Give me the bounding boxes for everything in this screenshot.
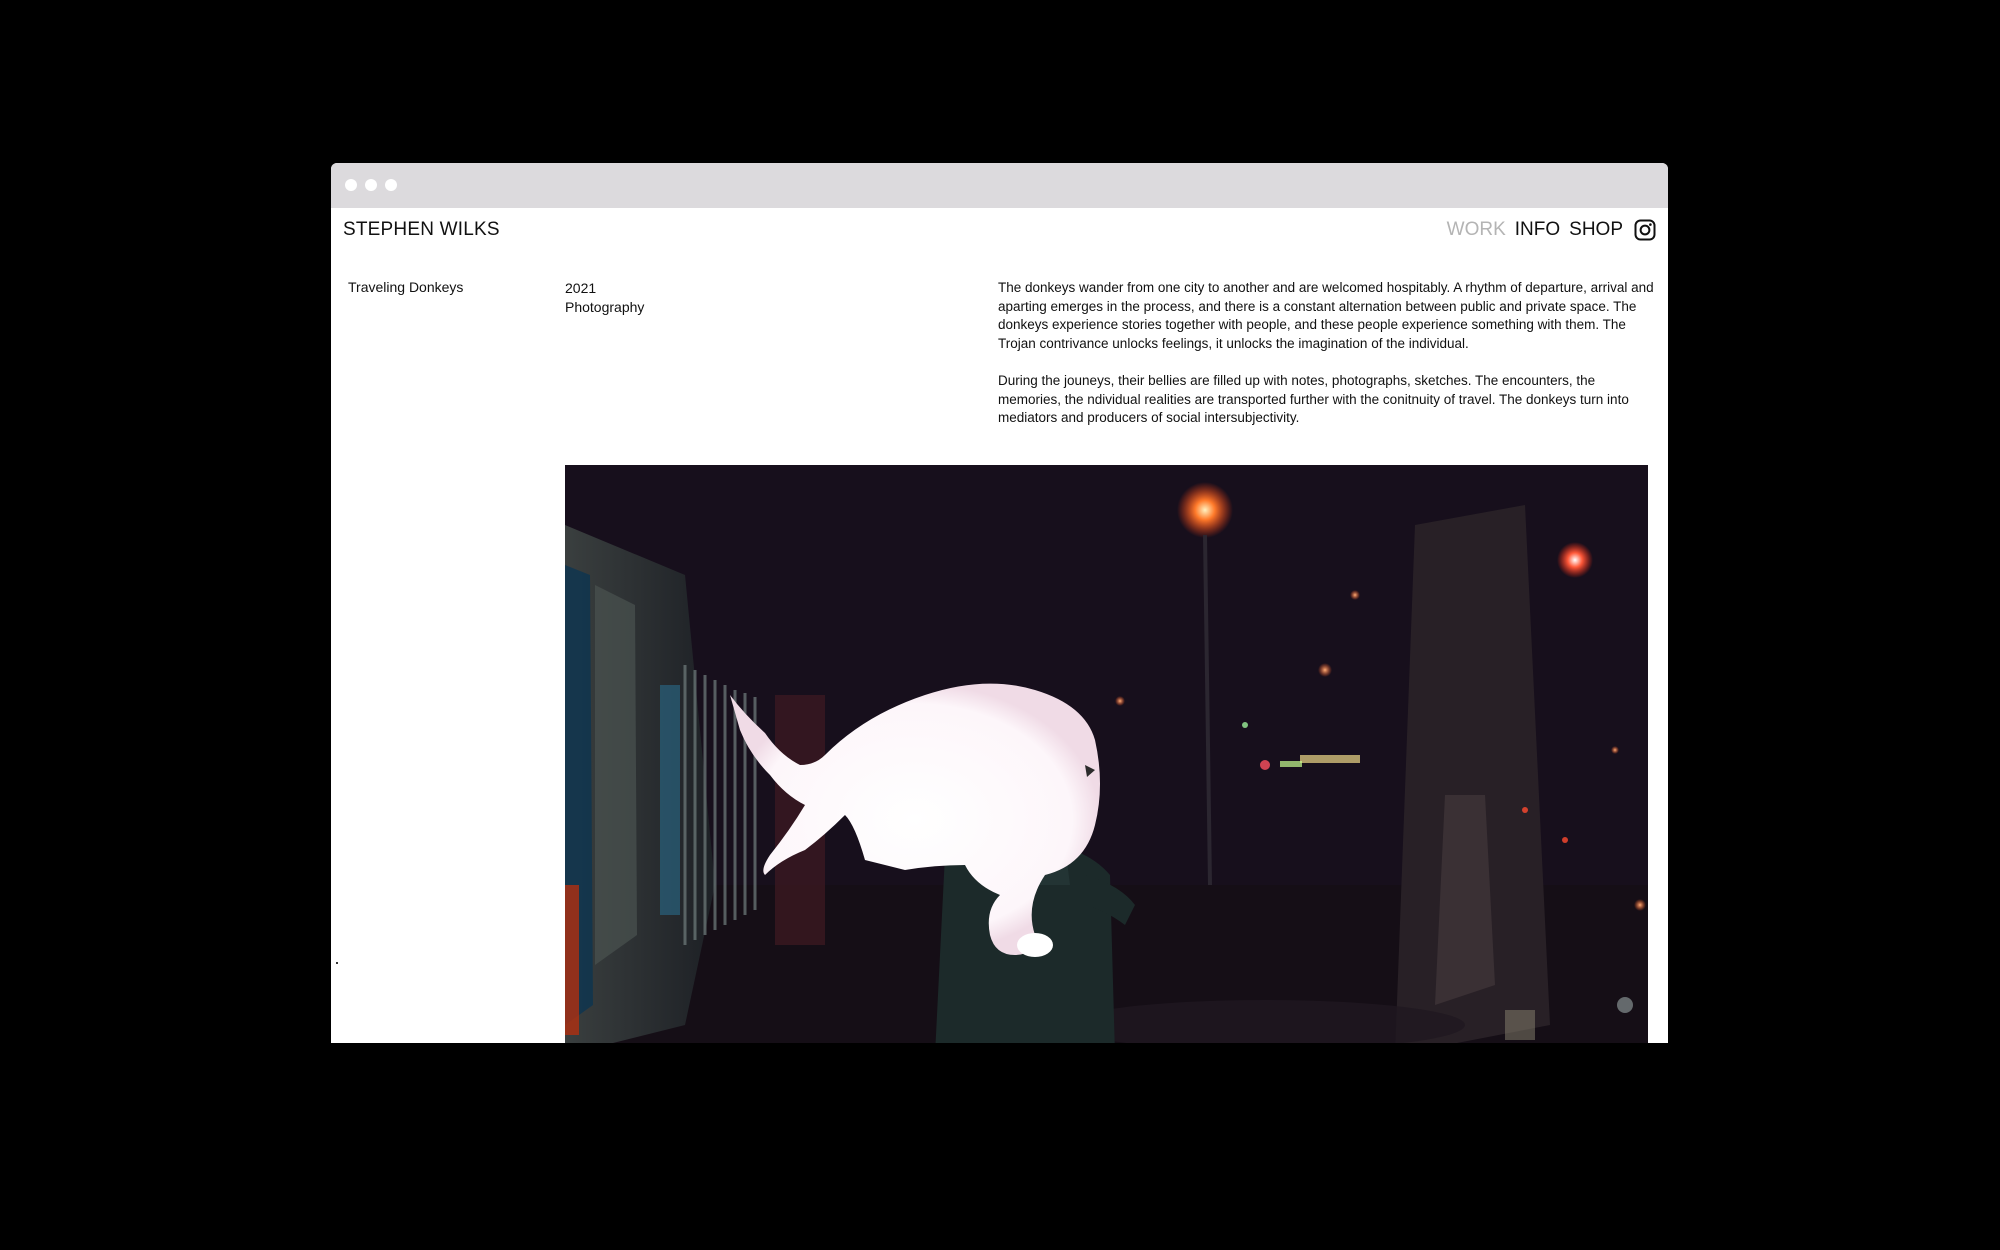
window-close-dot[interactable] [345,179,357,191]
browser-window: STEPHEN WILKS WORK INFO SHOP Traveling D… [331,163,1668,1043]
description-paragraph: During the jouneys, their bellies are fi… [998,372,1629,426]
project-category: Photography [565,299,645,315]
nav-work[interactable]: WORK [1447,219,1506,241]
nav-shop[interactable]: SHOP [1569,219,1623,241]
project-photo [565,465,1648,1043]
site-logo[interactable]: STEPHEN WILKS [343,219,500,241]
main-nav: WORK INFO SHOP [1447,219,1656,241]
nav-info[interactable]: INFO [1515,219,1560,241]
browser-title-bar [331,163,1668,208]
project-description: The donkeys wander from one city to anot… [998,279,1658,446]
site-header: STEPHEN WILKS WORK INFO SHOP [331,208,1668,258]
window-maximize-dot[interactable] [385,179,397,191]
description-paragraph: The donkeys wander from one city to anot… [998,280,1654,351]
project-meta: 2021 Photography [565,279,644,317]
project-year: 2021 [565,280,597,296]
decorative-dot [336,962,338,964]
project-title: Traveling Donkeys [348,279,464,295]
window-minimize-dot[interactable] [365,179,377,191]
instagram-icon[interactable] [1634,219,1656,241]
